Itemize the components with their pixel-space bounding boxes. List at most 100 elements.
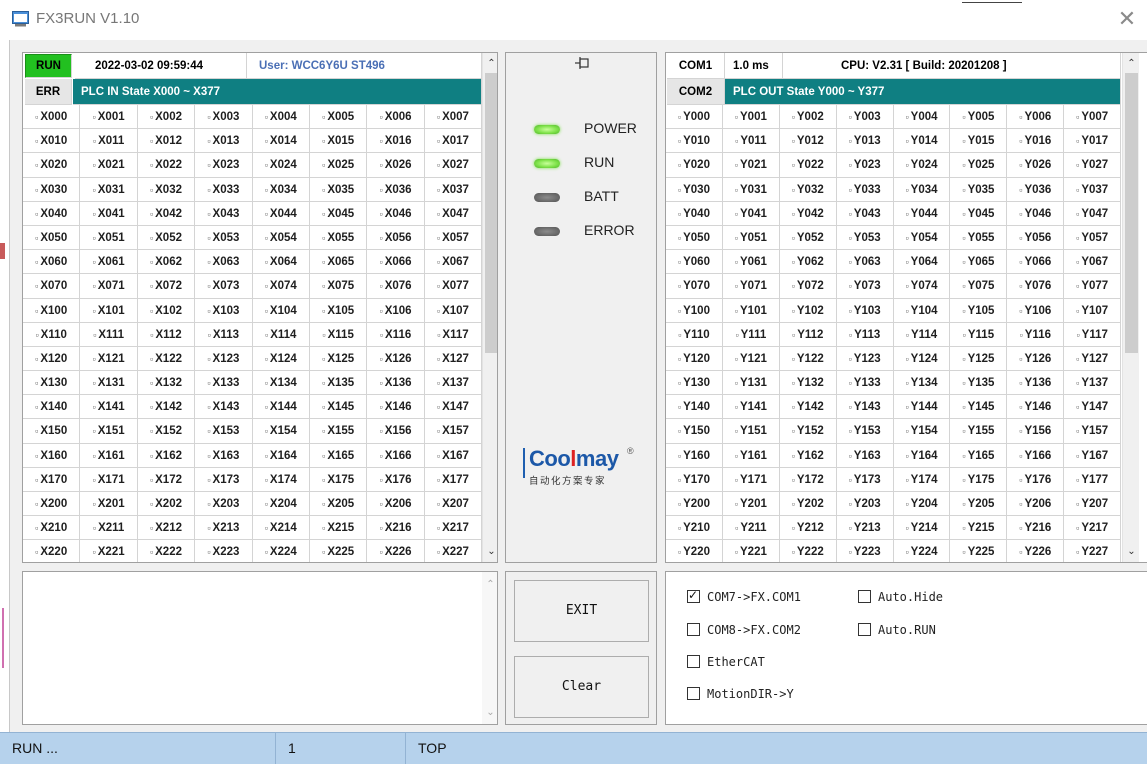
io-point-x212[interactable]: ▫ X212 bbox=[137, 516, 196, 541]
io-point-x061[interactable]: ▫ X061 bbox=[80, 250, 138, 275]
io-point-x013[interactable]: ▫ X013 bbox=[195, 129, 253, 154]
io-point-x027[interactable]: ▫ X027 bbox=[424, 153, 483, 178]
io-point-x000[interactable]: ▫ X000 bbox=[23, 105, 81, 130]
io-point-y043[interactable]: ▫ Y043 bbox=[836, 201, 894, 226]
io-point-x114[interactable]: ▫ X114 bbox=[252, 322, 310, 347]
io-point-x156[interactable]: ▫ X156 bbox=[367, 419, 425, 444]
io-point-y217[interactable]: ▫ Y217 bbox=[1064, 516, 1122, 541]
io-point-x172[interactable]: ▫ X172 bbox=[137, 467, 196, 492]
io-point-y143[interactable]: ▫ Y143 bbox=[836, 395, 894, 420]
io-point-x035[interactable]: ▫ X035 bbox=[309, 177, 368, 202]
io-point-x145[interactable]: ▫ X145 bbox=[309, 395, 368, 420]
io-point-x121[interactable]: ▫ X121 bbox=[80, 346, 138, 372]
io-point-x047[interactable]: ▫ X047 bbox=[424, 201, 483, 226]
io-point-y051[interactable]: ▫ Y051 bbox=[722, 225, 780, 251]
scroll-down-icon[interactable]: ⌄ bbox=[1123, 543, 1140, 560]
io-point-y076[interactable]: ▫ Y076 bbox=[1007, 274, 1065, 299]
io-point-x075[interactable]: ▫ X075 bbox=[309, 274, 368, 299]
io-point-x164[interactable]: ▫ X164 bbox=[252, 443, 310, 468]
io-point-y005[interactable]: ▫ Y005 bbox=[950, 105, 1008, 130]
io-point-x176[interactable]: ▫ X176 bbox=[367, 467, 425, 492]
io-point-x146[interactable]: ▫ X146 bbox=[367, 395, 425, 420]
io-point-x104[interactable]: ▫ X104 bbox=[252, 298, 310, 323]
io-point-x016[interactable]: ▫ X016 bbox=[367, 129, 425, 154]
io-point-x151[interactable]: ▫ X151 bbox=[80, 419, 138, 444]
io-point-y070[interactable]: ▫ Y070 bbox=[666, 274, 723, 299]
io-point-x022[interactable]: ▫ X022 bbox=[137, 153, 196, 178]
io-point-y062[interactable]: ▫ Y062 bbox=[779, 250, 837, 275]
io-point-y007[interactable]: ▫ Y007 bbox=[1064, 105, 1122, 130]
io-point-x206[interactable]: ▫ X206 bbox=[367, 492, 425, 517]
io-point-y111[interactable]: ▫ Y111 bbox=[722, 322, 780, 347]
io-point-x130[interactable]: ▫ X130 bbox=[23, 371, 81, 396]
io-point-x157[interactable]: ▫ X157 bbox=[424, 419, 483, 444]
io-point-y225[interactable]: ▫ Y225 bbox=[950, 540, 1008, 562]
io-point-y010[interactable]: ▫ Y010 bbox=[666, 129, 723, 154]
io-point-y101[interactable]: ▫ Y101 bbox=[722, 298, 780, 323]
io-point-y013[interactable]: ▫ Y013 bbox=[836, 129, 894, 154]
io-point-x122[interactable]: ▫ X122 bbox=[137, 346, 196, 372]
io-point-y227[interactable]: ▫ Y227 bbox=[1064, 540, 1122, 562]
io-point-y001[interactable]: ▫ Y001 bbox=[722, 105, 780, 130]
io-point-x224[interactable]: ▫ X224 bbox=[253, 540, 310, 562]
io-point-y103[interactable]: ▫ Y103 bbox=[836, 298, 894, 323]
io-point-y037[interactable]: ▫ Y037 bbox=[1064, 177, 1122, 202]
io-point-y130[interactable]: ▫ Y130 bbox=[666, 371, 723, 396]
scroll-up-icon[interactable]: ⌃ bbox=[482, 576, 497, 593]
io-point-x215[interactable]: ▫ X215 bbox=[309, 516, 368, 541]
io-point-y164[interactable]: ▫ Y164 bbox=[893, 443, 951, 468]
io-point-y125[interactable]: ▫ Y125 bbox=[950, 346, 1008, 372]
io-point-x204[interactable]: ▫ X204 bbox=[252, 492, 310, 517]
io-point-x055[interactable]: ▫ X055 bbox=[309, 225, 368, 251]
motiondir-checkbox[interactable] bbox=[687, 687, 700, 700]
exit-button[interactable]: EXIT bbox=[514, 580, 649, 642]
io-point-x124[interactable]: ▫ X124 bbox=[252, 346, 310, 372]
io-point-y014[interactable]: ▫ Y014 bbox=[893, 129, 951, 154]
io-point-y021[interactable]: ▫ Y021 bbox=[722, 153, 780, 178]
io-point-x045[interactable]: ▫ X045 bbox=[309, 201, 368, 226]
io-point-x166[interactable]: ▫ X166 bbox=[367, 443, 425, 468]
scroll-up-icon[interactable]: ⌃ bbox=[1123, 55, 1140, 72]
io-point-x175[interactable]: ▫ X175 bbox=[309, 467, 368, 492]
io-point-y116[interactable]: ▫ Y116 bbox=[1007, 322, 1065, 347]
ethercat-checkbox[interactable] bbox=[687, 655, 700, 668]
io-point-y146[interactable]: ▫ Y146 bbox=[1007, 395, 1065, 420]
io-point-x137[interactable]: ▫ X137 bbox=[424, 371, 483, 396]
io-point-y120[interactable]: ▫ Y120 bbox=[666, 346, 723, 372]
io-point-x031[interactable]: ▫ X031 bbox=[80, 177, 138, 202]
io-point-x161[interactable]: ▫ X161 bbox=[80, 443, 138, 468]
close-icon[interactable]: ✕ bbox=[1115, 8, 1139, 32]
io-point-x136[interactable]: ▫ X136 bbox=[367, 371, 425, 396]
scroll-down-icon[interactable]: ⌄ bbox=[483, 543, 497, 560]
io-point-x012[interactable]: ▫ X012 bbox=[137, 129, 196, 154]
io-point-x037[interactable]: ▫ X037 bbox=[424, 177, 483, 202]
io-point-x103[interactable]: ▫ X103 bbox=[195, 298, 253, 323]
io-point-y204[interactable]: ▫ Y204 bbox=[893, 492, 951, 517]
io-point-y135[interactable]: ▫ Y135 bbox=[950, 371, 1008, 396]
io-point-x160[interactable]: ▫ X160 bbox=[23, 443, 81, 468]
io-point-y173[interactable]: ▫ Y173 bbox=[836, 467, 894, 492]
io-point-y077[interactable]: ▫ Y077 bbox=[1064, 274, 1122, 299]
io-point-x133[interactable]: ▫ X133 bbox=[195, 371, 253, 396]
io-point-x205[interactable]: ▫ X205 bbox=[309, 492, 368, 517]
io-point-y054[interactable]: ▫ Y054 bbox=[893, 225, 951, 251]
io-point-x171[interactable]: ▫ X171 bbox=[80, 467, 138, 492]
io-point-x111[interactable]: ▫ X111 bbox=[80, 322, 138, 347]
io-point-y071[interactable]: ▫ Y071 bbox=[722, 274, 780, 299]
io-point-y072[interactable]: ▫ Y072 bbox=[779, 274, 837, 299]
io-point-x226[interactable]: ▫ X226 bbox=[367, 540, 425, 562]
io-point-x116[interactable]: ▫ X116 bbox=[367, 322, 425, 347]
io-point-y015[interactable]: ▫ Y015 bbox=[950, 129, 1008, 154]
io-point-x052[interactable]: ▫ X052 bbox=[137, 225, 196, 251]
io-point-y165[interactable]: ▫ Y165 bbox=[950, 443, 1008, 468]
io-point-y122[interactable]: ▫ Y122 bbox=[779, 346, 837, 372]
io-point-x076[interactable]: ▫ X076 bbox=[367, 274, 425, 299]
log-scrollbar[interactable]: ⌃ ⌄ bbox=[482, 572, 497, 724]
output-scrollbar[interactable]: ⌃ ⌄ bbox=[1122, 53, 1140, 562]
io-point-x113[interactable]: ▫ X113 bbox=[195, 322, 253, 347]
io-point-y016[interactable]: ▫ Y016 bbox=[1007, 129, 1065, 154]
io-point-y017[interactable]: ▫ Y017 bbox=[1064, 129, 1122, 154]
io-point-y105[interactable]: ▫ Y105 bbox=[950, 298, 1008, 323]
io-point-x141[interactable]: ▫ X141 bbox=[80, 395, 138, 420]
io-point-x143[interactable]: ▫ X143 bbox=[195, 395, 253, 420]
